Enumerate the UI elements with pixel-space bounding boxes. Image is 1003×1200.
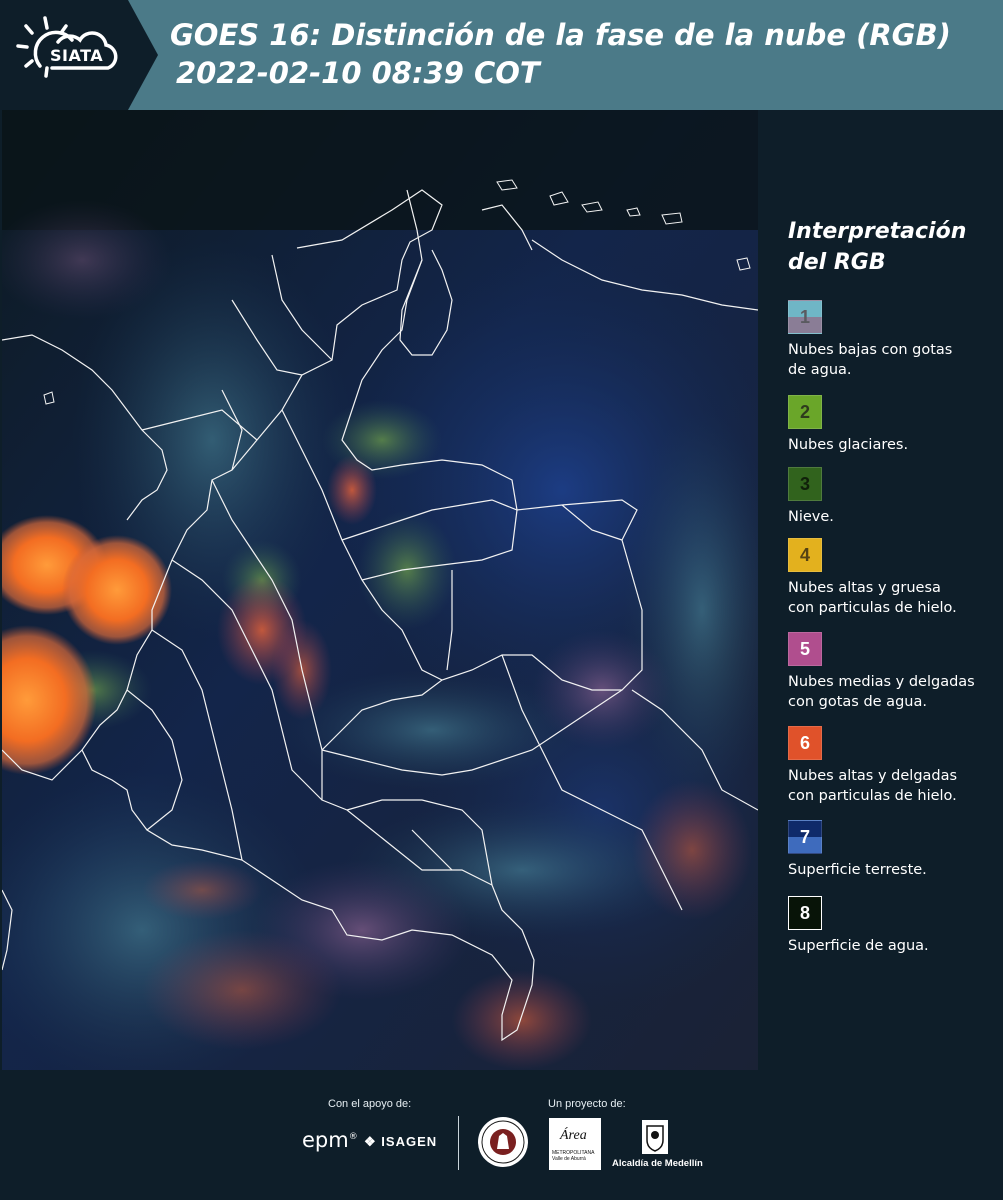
- legend-label-line1: Nieve.: [788, 509, 834, 525]
- legend-number: 3: [799, 474, 810, 494]
- legend-number: 6: [799, 733, 810, 753]
- legend-label-line2: de agua.: [788, 362, 852, 378]
- legend-number: 4: [799, 545, 810, 565]
- siata-logo[interactable]: SIATA: [0, 0, 158, 110]
- satellite-map[interactable]: [2, 110, 758, 1070]
- legend-number: 2: [799, 402, 810, 422]
- legend-swatch: 6: [788, 726, 822, 760]
- legend-swatch: 8: [788, 896, 822, 930]
- legend-label: Superficie terreste.: [788, 860, 1000, 880]
- legend-title: Interpretación del RGB: [788, 216, 998, 278]
- legend-label-line2: con particulas de hielo.: [788, 600, 957, 616]
- legend-swatch: 2: [788, 395, 822, 429]
- area-wordmark: Área: [560, 1128, 587, 1143]
- isagen-wordmark: ISAGEN: [381, 1134, 438, 1149]
- legend-label: Nubes altas y delgadas con particulas de …: [788, 766, 1000, 806]
- legend-number: 7: [799, 827, 810, 847]
- legend-label: Nubes bajas con gotas de agua.: [788, 340, 1000, 380]
- legend-label-line1: Superficie terreste.: [788, 862, 927, 878]
- legend-label-line1: Nubes altas y gruesa: [788, 580, 941, 596]
- project-label: Un proyecto de:: [548, 1098, 626, 1110]
- legend-label-line1: Superficie de agua.: [788, 938, 929, 954]
- title-timestamp: 2022-02-10 08:39 COT: [176, 56, 540, 90]
- legend-label-line1: Nubes altas y delgadas: [788, 768, 958, 784]
- legend-label: Nubes glaciares.: [788, 435, 1000, 455]
- area-subtitle-line2: Valle de Aburrá: [552, 1156, 586, 1162]
- logo-wordmark: SIATA: [50, 46, 104, 65]
- footer-divider: [458, 1116, 459, 1170]
- legend-label-line2: con particulas de hielo.: [788, 788, 957, 804]
- page-title: GOES 16: Distinción de la fase de la nub…: [170, 16, 990, 92]
- legend-title-line2: del RGB: [788, 250, 886, 275]
- legend-swatch: 3: [788, 467, 822, 501]
- legend-swatch: 4: [788, 538, 822, 572]
- legend-swatch: 5: [788, 632, 822, 666]
- legend-number: 8: [799, 903, 810, 923]
- epm-logo: epm®: [302, 1128, 358, 1152]
- title-product: GOES 16: Distinción de la fase de la nub…: [170, 18, 951, 52]
- epm-registered-mark: ®: [348, 1132, 358, 1142]
- isagen-logo: ❖ ISAGEN: [364, 1134, 437, 1150]
- legend-label: Superficie de agua.: [788, 936, 1000, 956]
- legend-label-line2: con gotas de agua.: [788, 694, 927, 710]
- satellite-rgb-image: [2, 110, 758, 1070]
- isagen-diamond-icon: ❖: [364, 1134, 377, 1149]
- legend-number: 1: [799, 307, 810, 327]
- alcaldia-wordmark: Alcaldía de Medellín: [612, 1158, 703, 1169]
- area-metropolitana-logo: Área METROPOLITANA Valle de Aburrá: [549, 1118, 601, 1170]
- legend-label-line1: Nubes medias y delgadas: [788, 674, 975, 690]
- legend-title-line1: Interpretación: [788, 219, 967, 244]
- legend-label-line1: Nubes glaciares.: [788, 437, 909, 453]
- alcaldia-shield-icon: [642, 1120, 668, 1154]
- legend-label: Nieve.: [788, 507, 1000, 527]
- support-label: Con el apoyo de:: [328, 1098, 412, 1110]
- legend-swatch: 1: [788, 300, 822, 334]
- area-subtitle: METROPOLITANA Valle de Aburrá: [552, 1150, 594, 1162]
- legend-label-line1: Nubes bajas con gotas: [788, 342, 953, 358]
- header-banner: SIATA GOES 16: Distinción de la fase de …: [0, 0, 1003, 110]
- legend-number: 5: [799, 639, 810, 659]
- epm-wordmark: epm: [302, 1128, 349, 1152]
- legend-swatch: 7: [788, 820, 822, 854]
- legend-label: Nubes medias y delgadas con gotas de agua…: [788, 672, 1000, 712]
- footer: Con el apoyo de: Un proyecto de: epm® ❖ …: [0, 1070, 1003, 1200]
- legend-label: Nubes altas y gruesa con particulas de hi…: [788, 578, 1000, 618]
- legend-panel: Interpretación del RGB 1 Nubes bajas con …: [770, 110, 1003, 1070]
- seal-icon: [478, 1117, 528, 1167]
